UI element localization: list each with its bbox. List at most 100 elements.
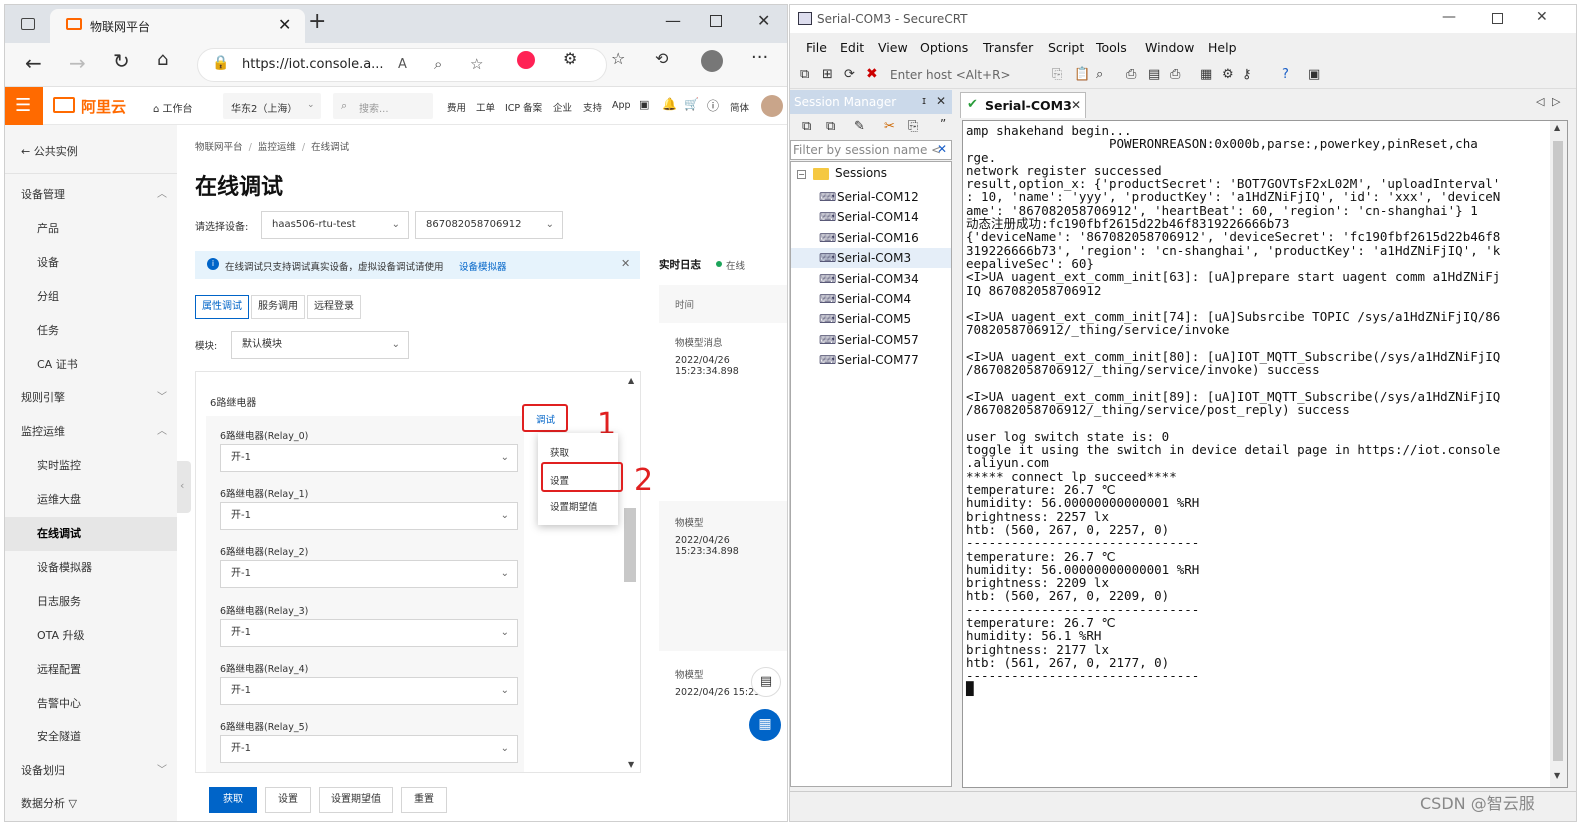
session-filter-input[interactable]: Filter by session name < ✕	[790, 140, 952, 160]
maximize-icon[interactable]	[710, 15, 722, 27]
back-to-instance[interactable]: ← 公共实例	[21, 143, 78, 159]
map-icon[interactable]: ▣	[1308, 67, 1320, 82]
copy-icon[interactable]: ⎘	[1052, 67, 1062, 82]
sessions-root[interactable]: Sessions	[835, 166, 887, 180]
tab-actions-icon[interactable]	[21, 18, 35, 30]
close-window-icon[interactable]: ✕	[757, 11, 770, 30]
nav-support[interactable]: 支持	[583, 100, 602, 114]
sidebar-item[interactable]: 运维大盘	[5, 483, 177, 517]
menu-edit[interactable]: Edit	[840, 40, 864, 55]
sidebar-item[interactable]: 分组	[5, 280, 177, 314]
menu-view[interactable]: View	[878, 40, 908, 55]
sidebar-item[interactable]: CA 证书	[5, 348, 177, 382]
extension-icon[interactable]	[517, 51, 535, 69]
close-notice-icon[interactable]: ✕	[621, 257, 630, 270]
terminal-scrollbar[interactable]: ▲ ▼	[1550, 121, 1567, 787]
nav-tickets[interactable]: 工单	[476, 100, 495, 114]
sidebar-item[interactable]: 设备模拟器	[5, 551, 177, 585]
printer-icon[interactable]: ⎙	[1170, 67, 1180, 82]
session-item[interactable]: ⌨ Serial-COM34	[791, 269, 951, 289]
sidebar-item[interactable]: 在线调试	[5, 517, 177, 551]
connect-tab-icon[interactable]: ⧉	[826, 119, 835, 134]
menu-item-set-desired[interactable]: 设置期望值	[550, 499, 598, 513]
print-icon[interactable]: ⎙	[1126, 67, 1136, 82]
tab-scroll-right-icon[interactable]: ▷	[1552, 95, 1560, 108]
sidebar-item[interactable]: 设备划归 ﹀	[5, 754, 177, 788]
refresh-icon[interactable]: ↻	[113, 49, 130, 73]
sidebar-item[interactable]: 远程配置	[5, 653, 177, 687]
cart-icon[interactable]: 🛒	[684, 97, 699, 111]
simulator-link[interactable]: 设备模拟器	[459, 259, 507, 273]
menu-tools[interactable]: Tools	[1096, 40, 1127, 55]
sidebar-collapse-handle[interactable]: ‹	[177, 461, 191, 513]
debug-link[interactable]: 调试	[536, 412, 555, 426]
paste-icon[interactable]: 📋	[1074, 67, 1090, 82]
relay-value-select[interactable]: 开-1 ⌄	[220, 560, 518, 589]
sidebar-item[interactable]: 规则引擎 ﹀	[5, 381, 177, 415]
set-button[interactable]: 设置	[265, 787, 311, 813]
log-entry[interactable]: 物模型 2022/04/26 15:23:34.898	[659, 501, 787, 651]
bell-icon[interactable]: 🔔	[662, 97, 677, 111]
forward-icon[interactable]: →	[69, 51, 86, 75]
pin-icon[interactable]: ɪ	[922, 94, 926, 107]
sidebar-item[interactable]: 安全隧道	[5, 720, 177, 754]
relay-value-select[interactable]: 开-1 ⌄	[220, 444, 518, 472]
tab-remote-login[interactable]: 远程登录	[307, 295, 361, 319]
copy-session-icon[interactable]: ⎘	[908, 119, 918, 134]
sidebar-item[interactable]: 告警中心	[5, 687, 177, 721]
help-icon[interactable]: ⓘ	[707, 97, 719, 114]
module-select[interactable]: 默认模块 ⌄	[231, 331, 409, 359]
collapse-icon[interactable]: −	[797, 170, 806, 179]
menu-options[interactable]: Options	[920, 40, 968, 55]
device-select[interactable]: 867082058706912 ⌄	[415, 211, 563, 239]
settings-icon[interactable]: ⚙	[1222, 67, 1234, 82]
reset-button[interactable]: 重置	[401, 787, 447, 813]
close-session-manager-icon[interactable]: ✕	[936, 94, 946, 108]
favorite-icon[interactable]: ☆	[470, 55, 483, 73]
user-avatar[interactable]	[761, 95, 783, 117]
workbench-link[interactable]: ⌂ 工作台	[153, 100, 193, 115]
terminal-icon[interactable]: ▣	[639, 98, 649, 111]
session-item[interactable]: ⌨ Serial-COM77	[791, 350, 951, 370]
zoom-icon[interactable]: ⌕	[434, 55, 442, 73]
menu-file[interactable]: File	[806, 40, 827, 55]
nav-app[interactable]: App	[612, 100, 631, 111]
reconnect-icon[interactable]: ⟳	[844, 67, 855, 82]
read-aloud-icon[interactable]: A	[398, 57, 407, 72]
menu-transfer[interactable]: Transfer	[983, 40, 1033, 55]
log-entry[interactable]: 物模型消息 2022/04/26 15:23:34.898	[659, 323, 787, 501]
sidebar-item[interactable]: 产品	[5, 212, 177, 246]
nav-fees[interactable]: 费用	[447, 100, 466, 114]
more-tools-icon[interactable]: ”	[940, 117, 946, 131]
sidebar-item[interactable]: 设备管理 ︿	[5, 178, 177, 212]
crt-maximize-icon[interactable]	[1492, 13, 1503, 24]
session-item[interactable]: ⌨ Serial-COM16	[791, 228, 951, 248]
sidebar-item[interactable]: OTA 升级	[5, 619, 177, 653]
sidebar-item-data-analysis[interactable]: 数据分析 ▽	[21, 795, 77, 809]
menu-icon[interactable]: ☰	[5, 87, 43, 125]
sidebar-item[interactable]: 监控运维 ︿	[5, 415, 177, 449]
find-icon[interactable]: ⌕	[1096, 67, 1103, 82]
apps-icon[interactable]: ▦	[749, 709, 781, 741]
breadcrumb-item[interactable]: 监控运维	[258, 142, 296, 153]
home-icon[interactable]: ⌂	[157, 49, 168, 70]
language-switch[interactable]: 简体	[730, 100, 749, 114]
brand-name[interactable]: 阿里云	[81, 96, 126, 117]
menu-help[interactable]: Help	[1208, 40, 1237, 55]
sidebar-item[interactable]: 实时监控	[5, 449, 177, 483]
history-icon[interactable]: ⟲	[655, 49, 668, 68]
nav-icp[interactable]: ICP 备案	[505, 100, 542, 114]
menu-script[interactable]: Script	[1048, 40, 1084, 55]
menu-window[interactable]: Window	[1145, 40, 1194, 55]
product-select[interactable]: haas506-rtu-test ⌄	[261, 211, 409, 239]
chat-icon[interactable]: ▤	[751, 667, 781, 697]
search-box[interactable]: ⌕ 搜索...	[333, 93, 433, 119]
cut-icon[interactable]: ✂	[884, 119, 895, 134]
new-session-icon[interactable]: ✎	[854, 119, 865, 134]
breadcrumb-item[interactable]: 物联网平台	[195, 142, 243, 153]
set-desired-button[interactable]: 设置期望值	[319, 787, 393, 813]
tab-property-debug[interactable]: 属性调试	[195, 295, 249, 319]
crt-minimize-icon[interactable]: —	[1442, 9, 1456, 25]
clear-filter-icon[interactable]: ✕	[937, 142, 947, 156]
connect-icon[interactable]: ⧉	[800, 67, 809, 82]
